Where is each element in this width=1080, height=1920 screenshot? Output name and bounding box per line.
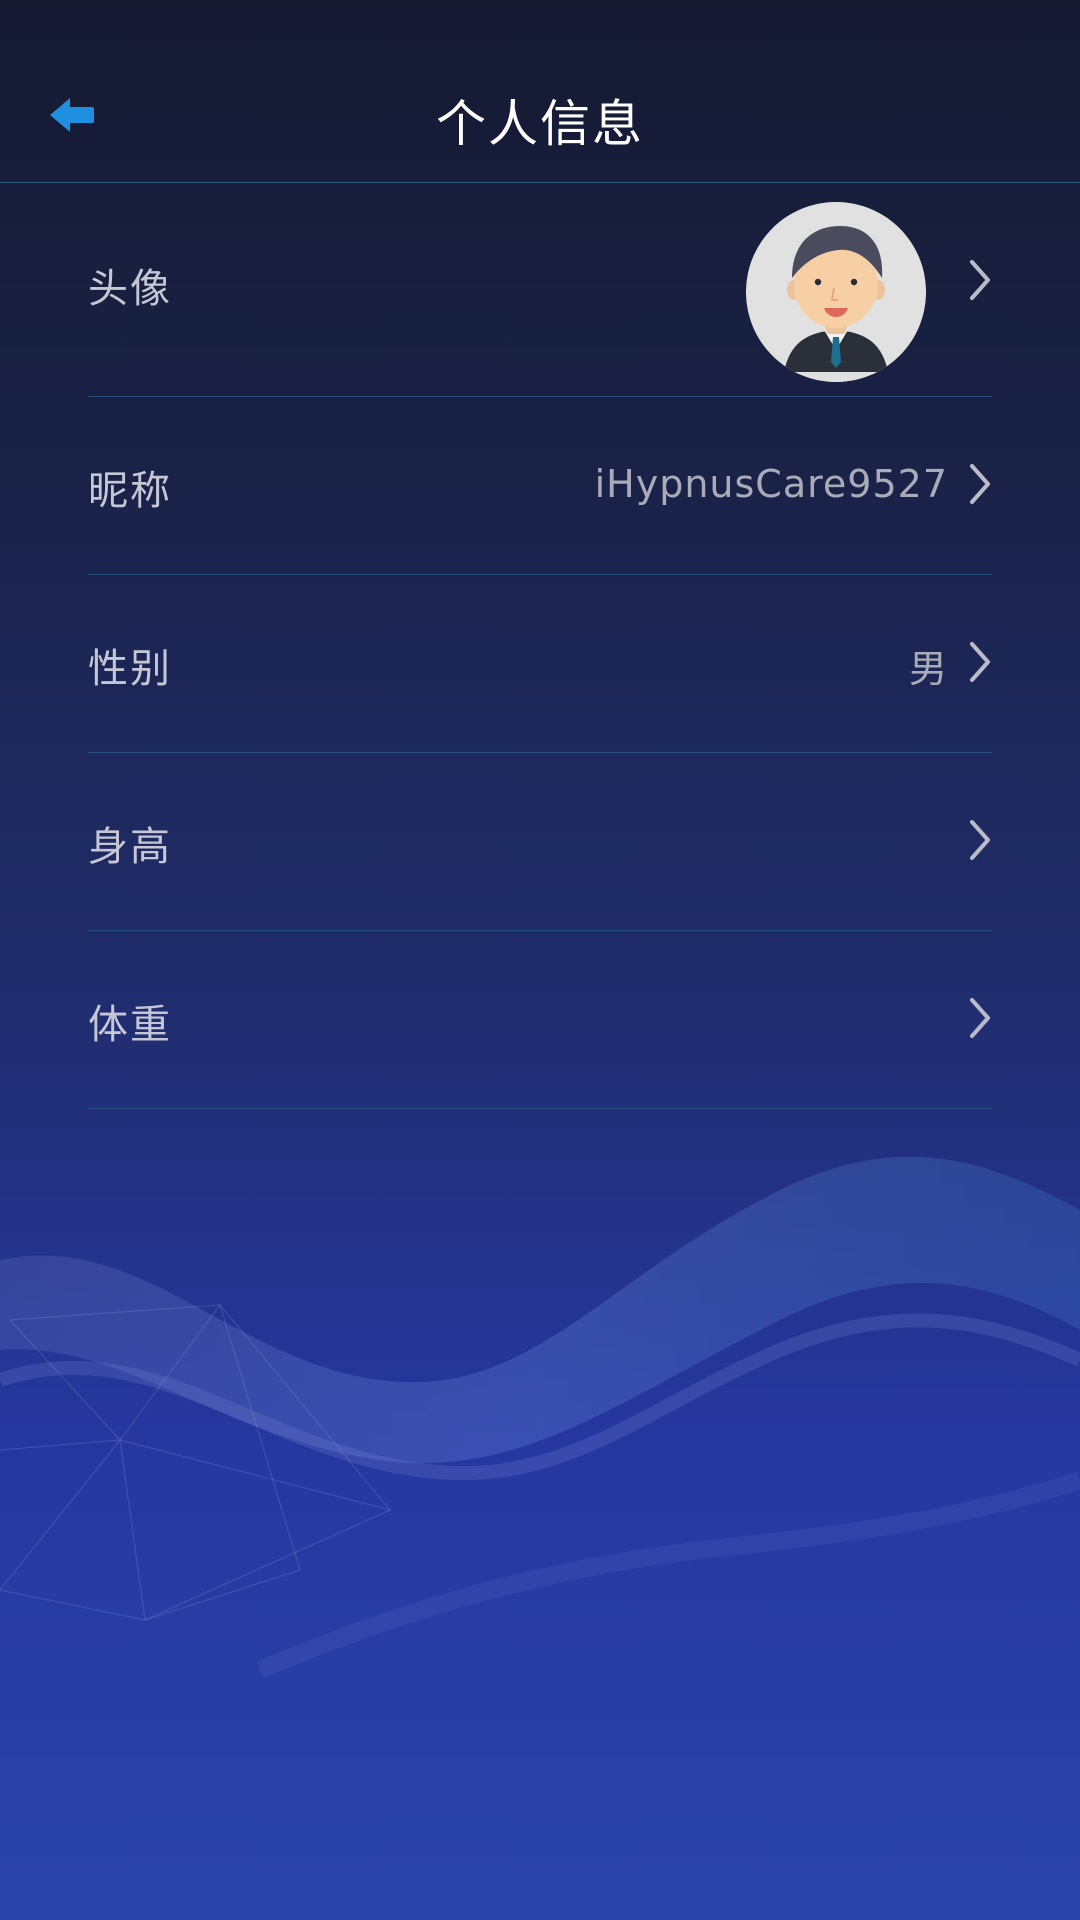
avatar-label: 头像 xyxy=(88,266,172,312)
weight-row[interactable]: 体重 xyxy=(88,930,992,1109)
gender-value: 男 xyxy=(908,647,948,691)
nickname-row[interactable]: 昵称 iHypnusCare9527 xyxy=(88,396,992,575)
chevron-right-icon xyxy=(970,642,990,682)
chevron-right-icon xyxy=(970,464,990,504)
avatar xyxy=(746,202,926,382)
chevron-right-icon xyxy=(970,998,990,1038)
avatar-icon xyxy=(746,202,926,382)
chevron-right-icon xyxy=(970,260,990,300)
height-row[interactable]: 身高 xyxy=(88,752,992,931)
nickname-value: iHypnusCare9527 xyxy=(594,462,948,506)
background-wave-decoration xyxy=(0,1156,1080,1679)
avatar-row[interactable]: 头像 xyxy=(88,182,992,397)
page-title: 个人信息 xyxy=(436,95,644,153)
nickname-label: 昵称 xyxy=(88,468,172,514)
height-label: 身高 xyxy=(88,824,172,870)
gender-row[interactable]: 性别 男 xyxy=(88,574,992,753)
gender-label: 性别 xyxy=(88,646,172,692)
header-bar: 个人信息 xyxy=(0,0,1080,183)
chevron-right-icon xyxy=(970,820,990,860)
weight-label: 体重 xyxy=(88,1002,172,1048)
